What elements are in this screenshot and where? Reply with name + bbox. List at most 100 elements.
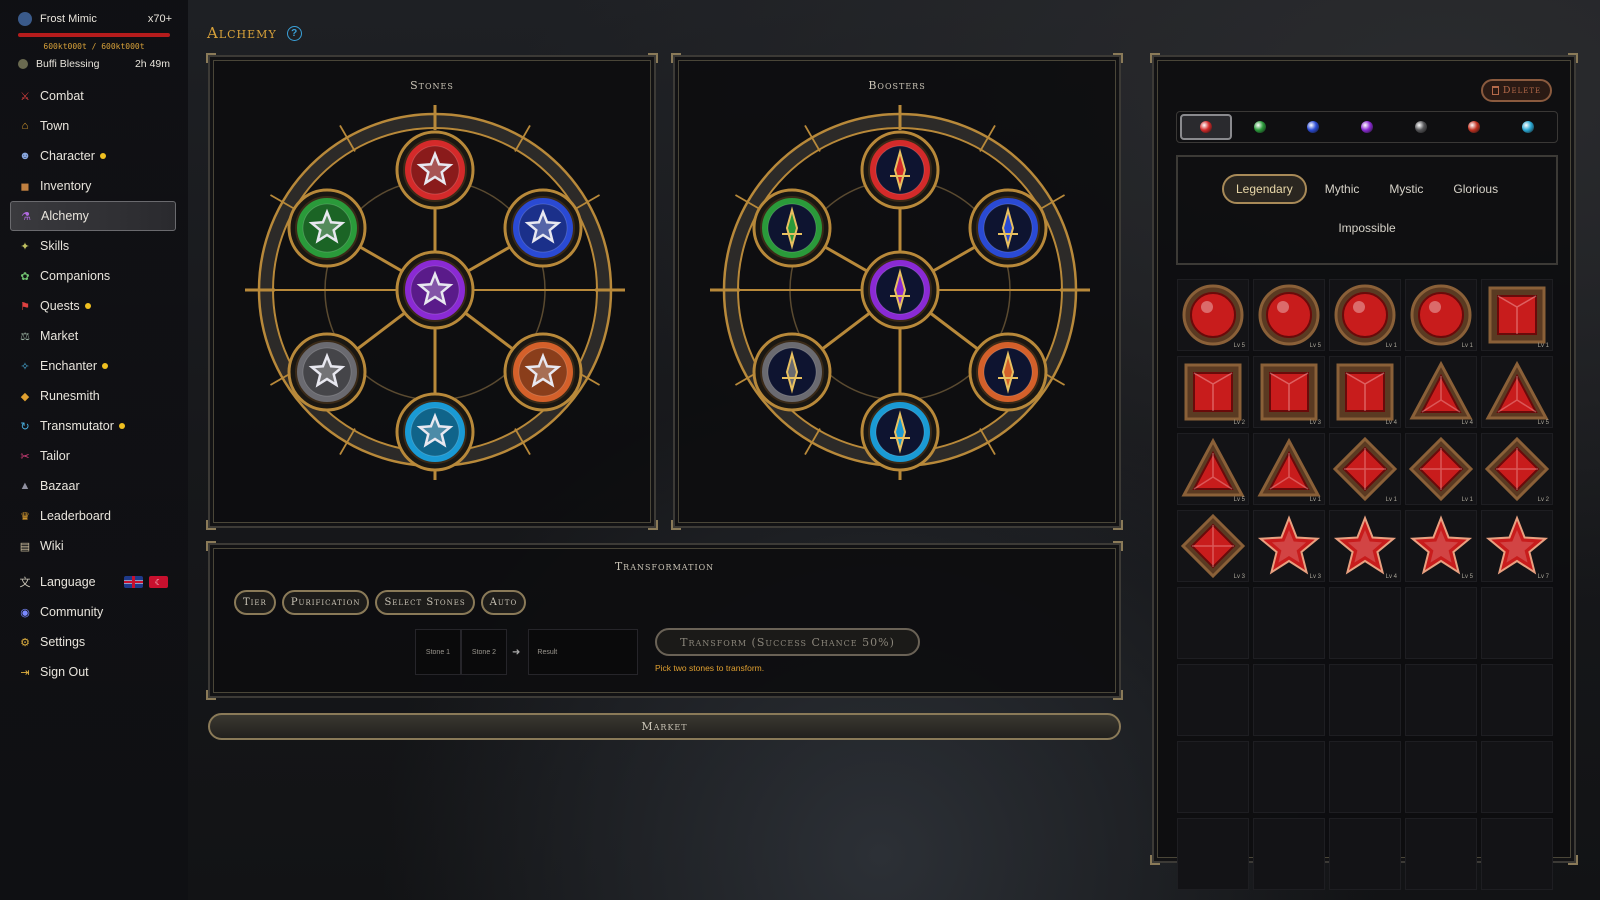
empty-inventory-slot[interactable] xyxy=(1481,587,1553,659)
stones-panel: Stones xyxy=(206,53,658,530)
inventory-slot[interactable]: Lv 1 xyxy=(1405,279,1477,351)
stone-slot-7[interactable] xyxy=(395,392,475,472)
empty-inventory-slot[interactable] xyxy=(1405,818,1477,890)
stone-slot-4[interactable] xyxy=(395,250,475,330)
empty-inventory-slot[interactable] xyxy=(1329,818,1401,890)
color-tab-4[interactable] xyxy=(1341,114,1393,140)
stone-slot-1[interactable] xyxy=(395,130,475,210)
sidebar-item-town[interactable]: ⌂ Town xyxy=(0,111,188,141)
inventory-slot[interactable]: Lv 5 xyxy=(1481,356,1553,428)
empty-inventory-slot[interactable] xyxy=(1177,587,1249,659)
sidebar-item-leaderboard[interactable]: ♛ Leaderboard xyxy=(0,501,188,531)
sidebar-item-runesmith[interactable]: ◆ Runesmith xyxy=(0,381,188,411)
settings-item[interactable]: ⚙ Settings xyxy=(0,627,188,657)
sidebar-item-alchemy[interactable]: ⚗ Alchemy xyxy=(10,201,176,231)
inventory-slot[interactable]: Lv 1 xyxy=(1253,433,1325,505)
booster-slot-6[interactable] xyxy=(968,332,1048,412)
stone-1-slot[interactable]: Stone 1 xyxy=(415,629,461,675)
color-tab-5[interactable] xyxy=(1395,114,1447,140)
empty-inventory-slot[interactable] xyxy=(1177,664,1249,736)
inventory-slot[interactable]: Lv 5 xyxy=(1177,433,1249,505)
inventory-slot[interactable]: Lv 3 xyxy=(1253,510,1325,582)
inventory-slot[interactable]: Lv 2 xyxy=(1177,356,1249,428)
delete-button[interactable]: Delete xyxy=(1481,79,1552,102)
tab-mythic[interactable]: Mythic xyxy=(1313,174,1372,204)
booster-slot-5[interactable] xyxy=(752,332,832,412)
inventory-slot[interactable]: Lv 1 xyxy=(1481,279,1553,351)
stone-2-slot[interactable]: Stone 2 xyxy=(461,629,507,675)
booster-slot-1[interactable] xyxy=(860,130,940,210)
inventory-slot[interactable]: Lv 5 xyxy=(1405,510,1477,582)
color-tab-3[interactable] xyxy=(1287,114,1339,140)
sidebar-item-combat[interactable]: ⚔ Combat xyxy=(0,81,188,111)
color-tab-7[interactable] xyxy=(1502,114,1554,140)
stone-slot-3[interactable] xyxy=(503,188,583,268)
language-item[interactable]: 文 Language ☾ xyxy=(0,567,188,597)
empty-inventory-slot[interactable] xyxy=(1481,741,1553,813)
booster-slot-3[interactable] xyxy=(968,188,1048,268)
booster-slot-4[interactable] xyxy=(860,250,940,330)
tab-legendary[interactable]: Legendary xyxy=(1222,174,1307,204)
auto-pill[interactable]: Auto xyxy=(480,590,527,615)
sidebar-item-character[interactable]: ☻ Character xyxy=(0,141,188,171)
inventory-slot[interactable]: Lv 7 xyxy=(1481,510,1553,582)
tab-mystic[interactable]: Mystic xyxy=(1377,174,1435,204)
purification-pill[interactable]: Purification xyxy=(281,590,370,615)
inventory-slot[interactable]: Lv 1 xyxy=(1405,433,1477,505)
empty-inventory-slot[interactable] xyxy=(1177,741,1249,813)
sidebar-item-tailor[interactable]: ✂ Tailor xyxy=(0,441,188,471)
sidebar-item-enchanter[interactable]: ✧ Enchanter xyxy=(0,351,188,381)
select-stones-pill[interactable]: Select Stones xyxy=(375,590,475,615)
empty-inventory-slot[interactable] xyxy=(1481,664,1553,736)
empty-inventory-slot[interactable] xyxy=(1405,741,1477,813)
booster-slot-7[interactable] xyxy=(860,392,940,472)
empty-inventory-slot[interactable] xyxy=(1253,741,1325,813)
transform-button[interactable]: Transform (Success Chance 50%) xyxy=(655,628,920,656)
color-tab-2[interactable] xyxy=(1234,114,1286,140)
sidebar-item-inventory[interactable]: ◼ Inventory xyxy=(0,171,188,201)
empty-inventory-slot[interactable] xyxy=(1329,741,1401,813)
tab-impossible[interactable]: Impossible xyxy=(1178,221,1556,235)
empty-inventory-slot[interactable] xyxy=(1481,818,1553,890)
inventory-slot[interactable]: Lv 2 xyxy=(1481,433,1553,505)
inventory-slot[interactable]: Lv 5 xyxy=(1177,279,1249,351)
sidebar-item-transmutator[interactable]: ↻ Transmutator xyxy=(0,411,188,441)
color-tab-6[interactable] xyxy=(1448,114,1500,140)
inventory-slot[interactable]: Lv 4 xyxy=(1329,356,1401,428)
sidebar-item-quests[interactable]: ⚑ Quests xyxy=(0,291,188,321)
turkey-flag-icon[interactable]: ☾ xyxy=(149,576,168,588)
empty-inventory-slot[interactable] xyxy=(1253,818,1325,890)
gem-color-icon xyxy=(1522,121,1535,133)
empty-inventory-slot[interactable] xyxy=(1405,587,1477,659)
inventory-slot[interactable]: Lv 4 xyxy=(1405,356,1477,428)
uk-flag-icon[interactable] xyxy=(124,576,143,588)
inventory-slot[interactable]: Lv 3 xyxy=(1253,356,1325,428)
color-tab-1[interactable] xyxy=(1179,114,1232,140)
empty-inventory-slot[interactable] xyxy=(1177,818,1249,890)
booster-slot-2[interactable] xyxy=(752,188,832,268)
sidebar-item-wiki[interactable]: ▤ Wiki xyxy=(0,531,188,561)
empty-inventory-slot[interactable] xyxy=(1329,664,1401,736)
inventory-slot[interactable]: Lv 1 xyxy=(1329,279,1401,351)
sidebar-item-bazaar[interactable]: ▲ Bazaar xyxy=(0,471,188,501)
tier-pill[interactable]: Tier xyxy=(234,590,276,615)
sidebar-item-skills[interactable]: ✦ Skills xyxy=(0,231,188,261)
inventory-slot[interactable]: Lv 1 xyxy=(1329,433,1401,505)
sign-out-item[interactable]: ⇥ Sign Out xyxy=(0,657,188,687)
sidebar-item-companions[interactable]: ✿ Companions xyxy=(0,261,188,291)
empty-inventory-slot[interactable] xyxy=(1253,587,1325,659)
market-button[interactable]: Market xyxy=(208,713,1121,740)
inventory-slot[interactable]: Lv 4 xyxy=(1329,510,1401,582)
empty-inventory-slot[interactable] xyxy=(1253,664,1325,736)
inventory-slot[interactable]: Lv 5 xyxy=(1253,279,1325,351)
empty-inventory-slot[interactable] xyxy=(1405,664,1477,736)
empty-inventory-slot[interactable] xyxy=(1329,587,1401,659)
stone-slot-6[interactable] xyxy=(503,332,583,412)
community-item[interactable]: ◉ Community xyxy=(0,597,188,627)
sidebar-item-market[interactable]: ⚖ Market xyxy=(0,321,188,351)
inventory-slot[interactable]: Lv 3 xyxy=(1177,510,1249,582)
tab-glorious[interactable]: Glorious xyxy=(1441,174,1510,204)
stone-slot-2[interactable] xyxy=(287,188,367,268)
stone-slot-5[interactable] xyxy=(287,332,367,412)
help-icon[interactable]: ? xyxy=(286,25,302,41)
